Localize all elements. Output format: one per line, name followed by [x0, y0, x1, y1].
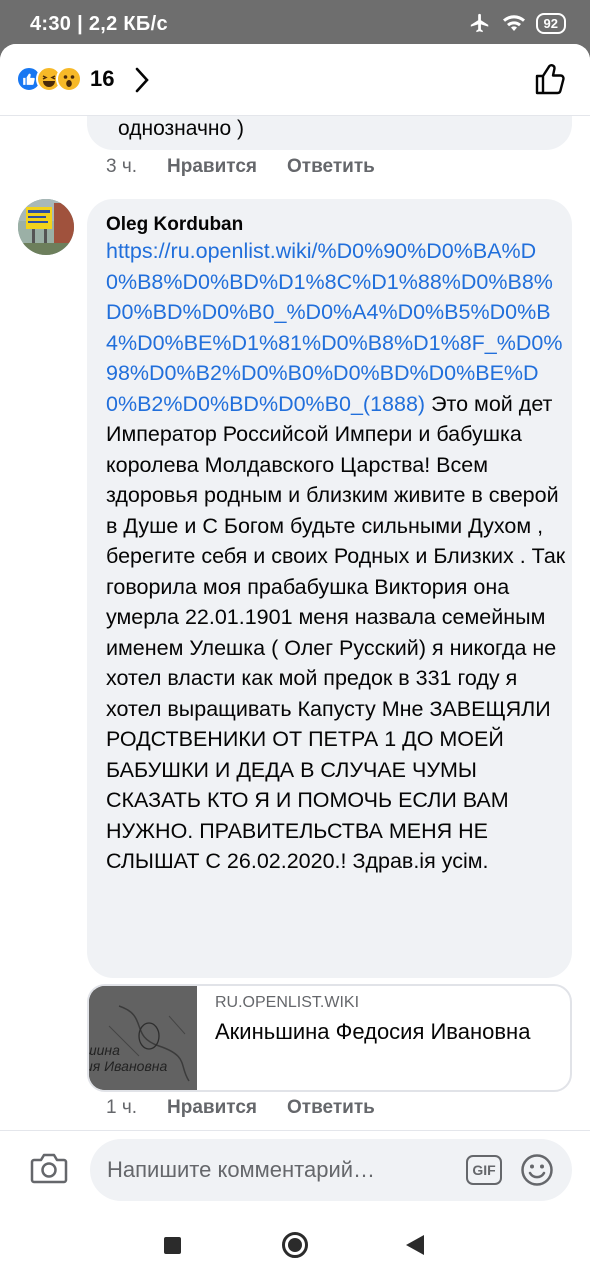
reply-button[interactable]: Ответить [287, 1097, 375, 1119]
wifi-icon [502, 15, 525, 31]
reaction-count: 16 [90, 66, 115, 91]
status-time-network: 4:30 | 2,2 КБ/с [30, 13, 168, 35]
back-icon[interactable] [406, 1235, 424, 1255]
wow-reaction-icon [56, 66, 82, 92]
gif-button[interactable]: GIF [466, 1155, 502, 1185]
comments-sheet: 16 однозначно ) 3 ч. Нравится Ответить O… [0, 44, 590, 1210]
comment-composer: GIF [0, 1130, 590, 1210]
comment-actions: 1 ч. Нравится Ответить [106, 1097, 375, 1119]
previous-comment-actions: 3 ч. Нравится Ответить [106, 156, 375, 178]
status-bar: 4:30 | 2,2 КБ/с 92 [0, 0, 590, 50]
comment-body: https://ru.openlist.wiki/%D0%90%D0%BA%D0… [106, 236, 566, 877]
network-speed: 2,2 КБ/с [88, 13, 168, 35]
status-icons: 92 [468, 12, 566, 34]
recents-icon[interactable] [164, 1237, 181, 1254]
reaction-summary[interactable]: 16 [16, 66, 114, 92]
link-preview-card[interactable]: шина ия Ивановна RU.OPENLIST.WIKI Акиньш… [87, 984, 572, 1092]
thumbnail-caption: шина ия Ивановна [87, 1042, 168, 1074]
reactions-header: 16 [0, 44, 590, 116]
preview-thumbnail: шина ия Ивановна [89, 986, 197, 1090]
home-icon[interactable] [282, 1232, 308, 1258]
timestamp: 1 ч. [106, 1097, 138, 1118]
thumbnail-caption-line: ия Ивановна [87, 1058, 168, 1074]
airplane-icon [470, 13, 488, 33]
emoji-icon[interactable] [520, 1153, 554, 1187]
camera-icon[interactable] [30, 1151, 68, 1185]
comment-text: Это мой дет Император Российсой Импери и… [106, 391, 566, 874]
thumbnail-caption-line: шина [87, 1042, 120, 1058]
preview-domain: RU.OPENLIST.WIKI [215, 994, 360, 1011]
like-button[interactable]: Нравится [167, 1097, 257, 1119]
clock: 4:30 [30, 13, 72, 35]
avatar[interactable] [18, 199, 74, 255]
comment-link[interactable]: https://ru.openlist.wiki/%D0%90%D0%BA%D0… [106, 239, 563, 416]
previous-comment-text: однозначно ) [118, 117, 244, 140]
comment-author[interactable]: Oleg Korduban [106, 214, 243, 236]
battery-icon: 92 [535, 12, 566, 34]
chevron-right-icon[interactable] [132, 66, 152, 94]
reply-button[interactable]: Ответить [287, 156, 375, 178]
preview-title: Акиньшина Федосия Ивановна [215, 1019, 531, 1044]
like-button[interactable]: Нравится [167, 156, 257, 178]
system-nav-bar [0, 1210, 590, 1280]
like-outline-icon[interactable] [534, 62, 568, 96]
timestamp: 3 ч. [106, 156, 138, 177]
